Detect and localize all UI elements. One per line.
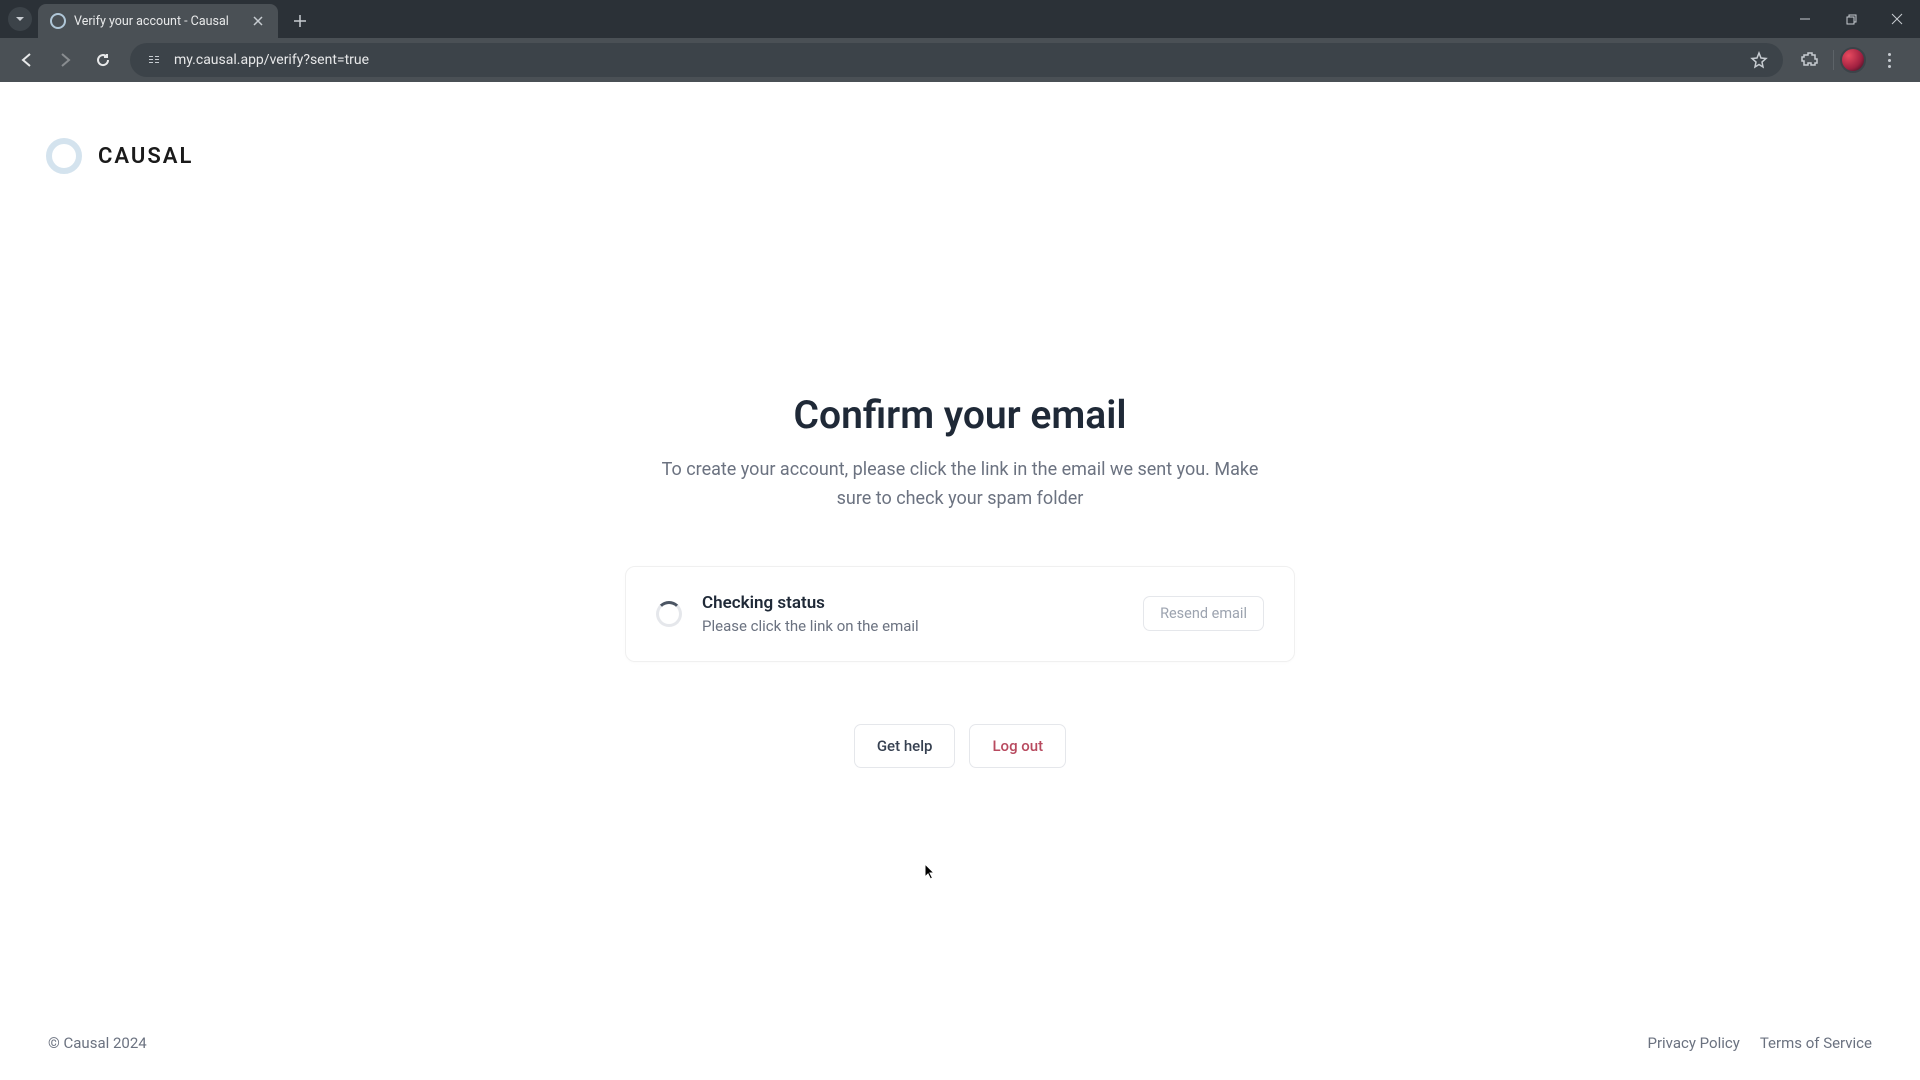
status-text-group: Checking status Please click the link on… [702,593,1123,635]
logout-button[interactable]: Log out [969,724,1066,768]
browser-menu-button[interactable] [1872,43,1906,77]
get-help-button[interactable]: Get help [854,724,956,768]
tab-close-button[interactable] [250,13,266,29]
logo-text: CAUSAL [98,144,193,169]
browser-address-bar: my.causal.app/verify?sent=true [0,38,1920,82]
profile-avatar[interactable] [1840,47,1866,73]
browser-tab[interactable]: Verify your account - Causal [38,4,278,38]
logo[interactable]: CAUSAL [46,138,193,174]
status-card: Checking status Please click the link on… [625,566,1295,662]
back-button[interactable] [10,43,44,77]
extensions-button[interactable] [1793,43,1827,77]
tab-title: Verify your account - Causal [74,14,242,29]
tab-search-button[interactable] [8,7,32,31]
toolbar-divider [1833,50,1834,70]
action-buttons: Get help Log out [854,724,1066,768]
browser-tab-bar: Verify your account - Causal [0,0,1920,38]
tab-favicon-icon [50,13,66,29]
copyright-text: © Causal 2024 [48,1034,147,1052]
status-title: Checking status [702,593,1123,613]
page-content: CAUSAL Confirm your email To create your… [0,82,1920,1080]
footer-links: Privacy Policy Terms of Service [1647,1034,1872,1052]
minimize-button[interactable] [1782,0,1828,38]
main-content: Confirm your email To create your accoun… [0,82,1920,1014]
status-description: Please click the link on the email [702,617,1123,635]
reload-button[interactable] [86,43,120,77]
spinner-icon [656,601,682,627]
forward-button[interactable] [48,43,82,77]
page-title: Confirm your email [794,392,1127,438]
url-bar[interactable]: my.causal.app/verify?sent=true [130,43,1783,77]
privacy-policy-link[interactable]: Privacy Policy [1647,1034,1739,1052]
terms-of-service-link[interactable]: Terms of Service [1760,1034,1872,1052]
close-window-button[interactable] [1874,0,1920,38]
resend-email-button[interactable]: Resend email [1143,596,1264,631]
window-controls [1782,0,1920,38]
logo-icon [46,138,82,174]
new-tab-button[interactable] [286,7,314,35]
bookmark-button[interactable] [1749,50,1769,70]
url-text: my.causal.app/verify?sent=true [174,52,1739,68]
page-subtitle: To create your account, please click the… [650,456,1270,514]
site-info-icon[interactable] [144,50,164,70]
footer: © Causal 2024 Privacy Policy Terms of Se… [0,1014,1920,1080]
maximize-button[interactable] [1828,0,1874,38]
